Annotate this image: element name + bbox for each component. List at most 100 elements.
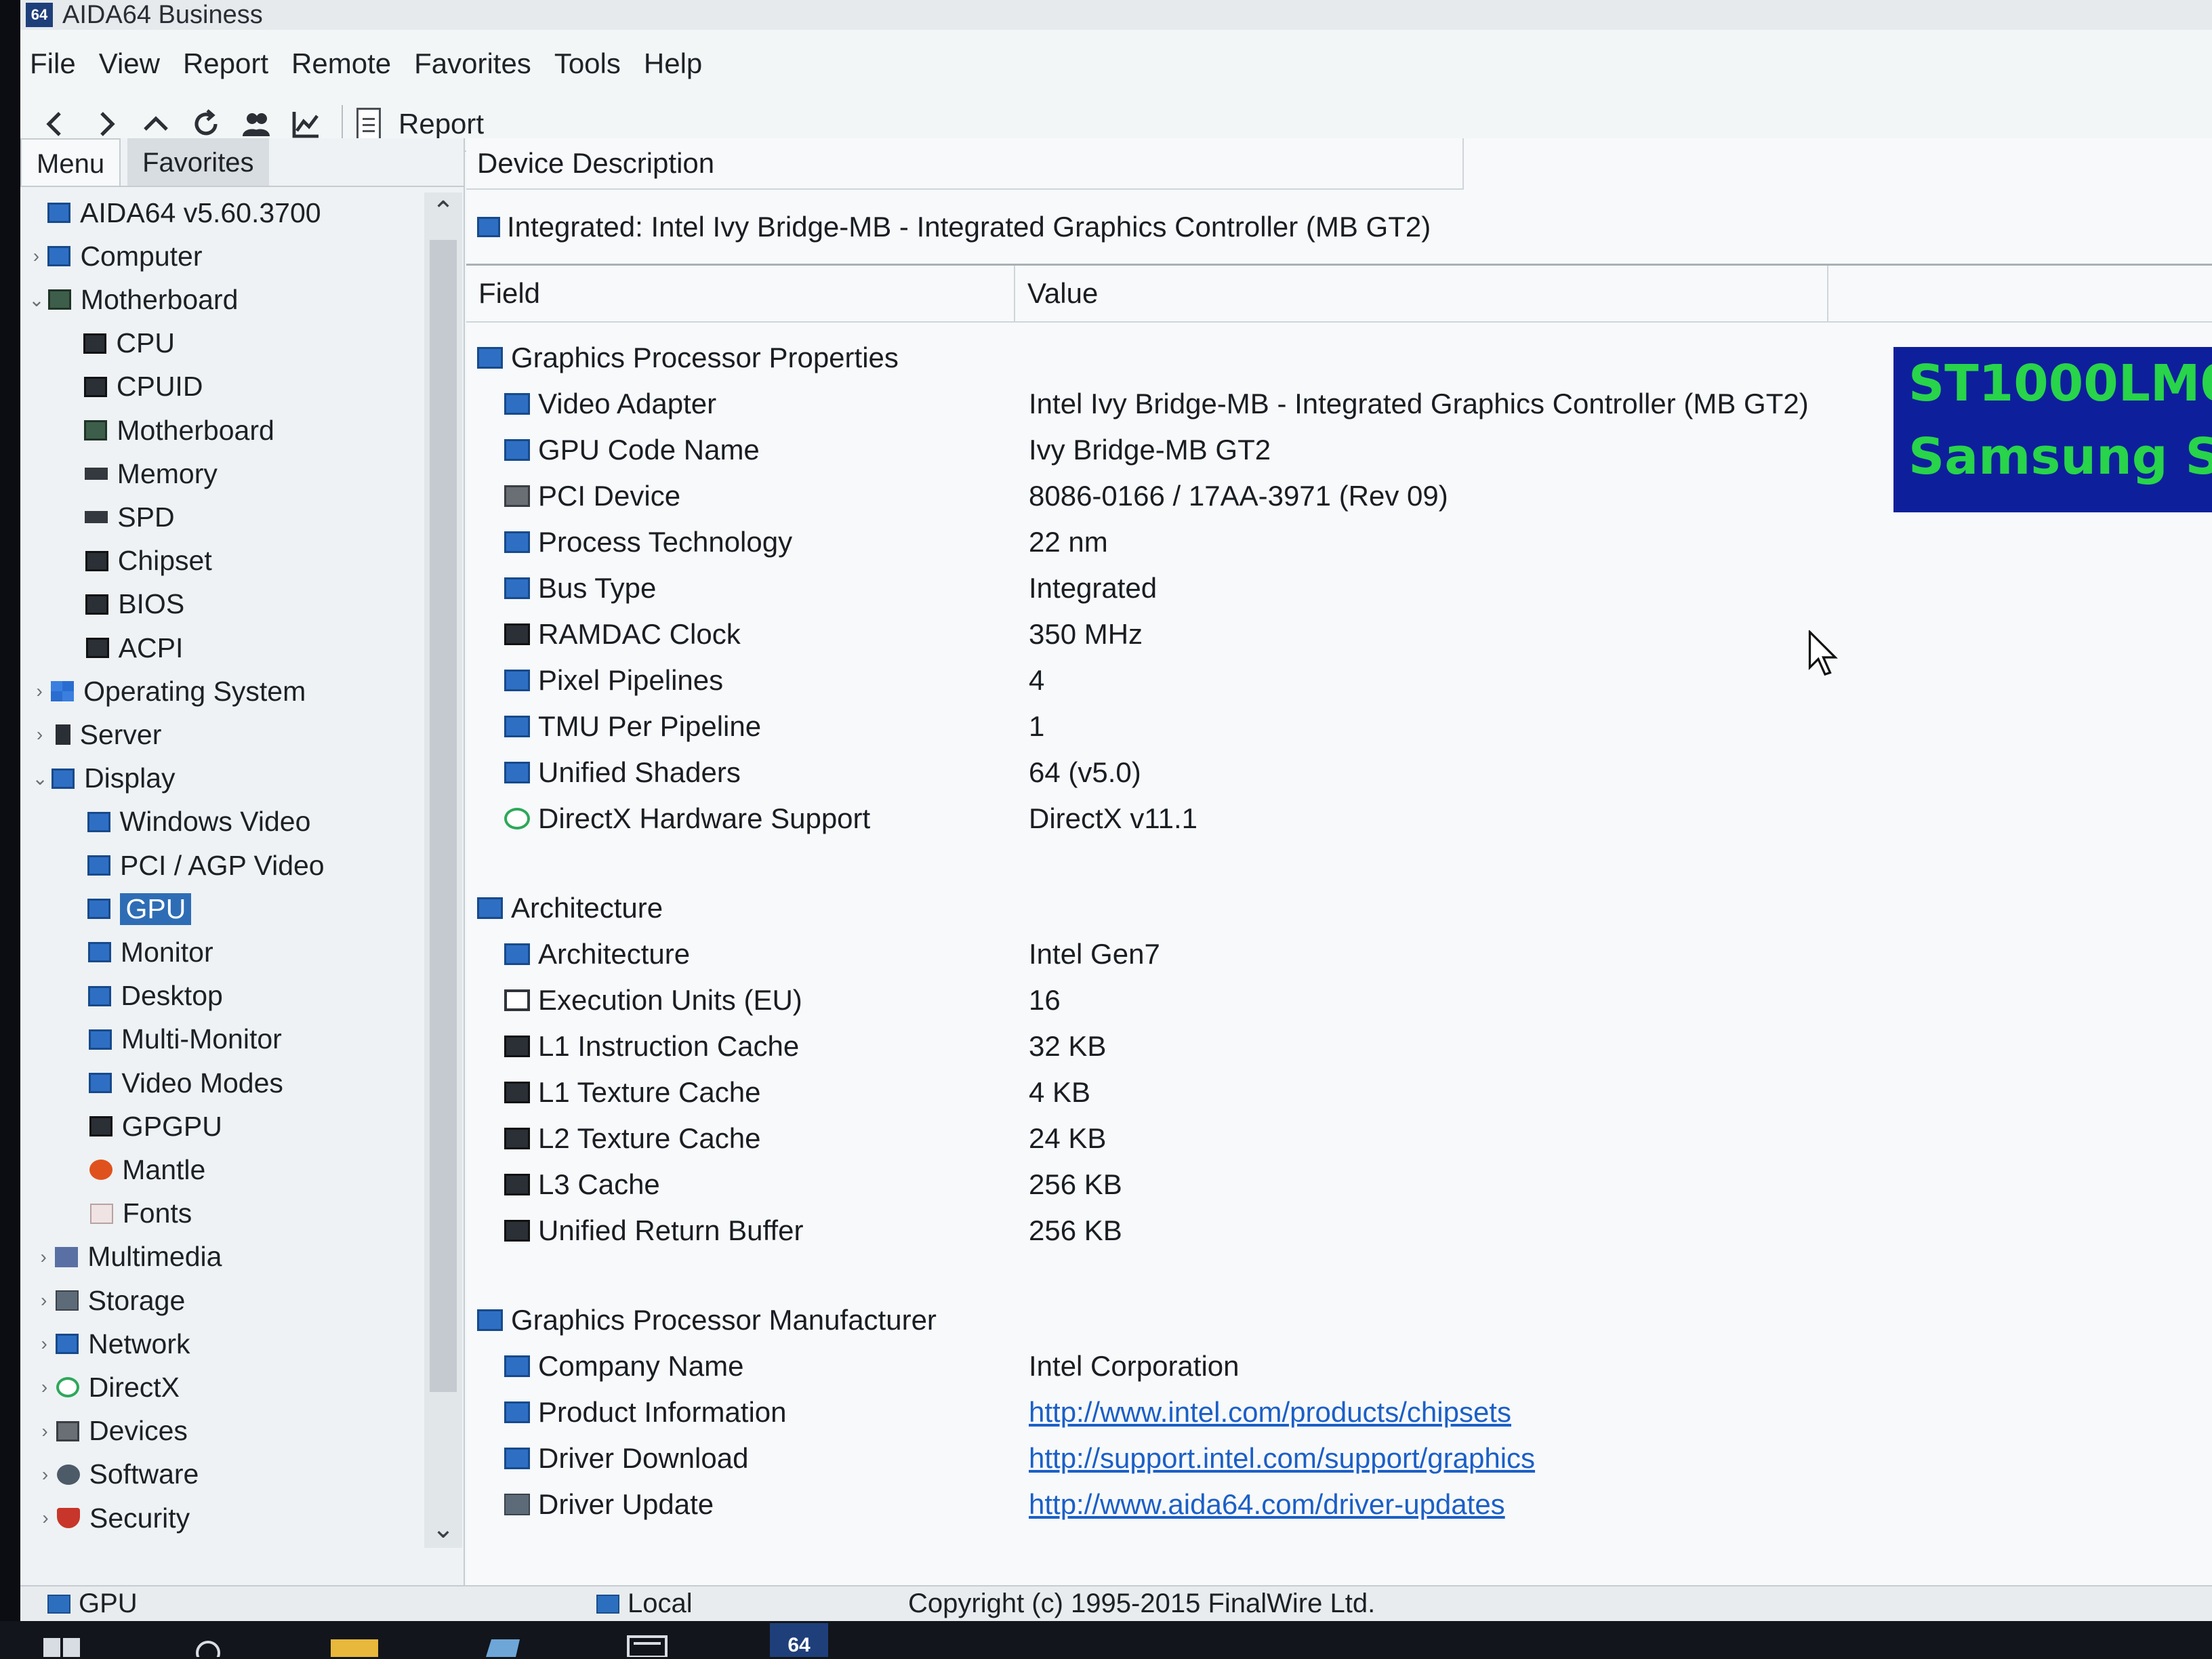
tree-item[interactable]: › DirectX [33, 1367, 180, 1408]
tree-item[interactable]: › Multimedia [32, 1237, 222, 1277]
tree-item[interactable]: › Network [33, 1324, 190, 1364]
value-link[interactable]: http://www.aida64.com/driver-updates [1015, 1488, 1505, 1521]
chevron-right-icon[interactable]: › [33, 1333, 56, 1355]
tree-item-label: Motherboard [117, 414, 274, 446]
device-description-label: Device Description [477, 147, 715, 179]
value-cell: DirectX v11.1 [1029, 802, 1197, 834]
chevron-right-icon[interactable]: › [33, 1376, 56, 1398]
tree-item-label: BIOS [118, 588, 185, 620]
store-button[interactable] [477, 1623, 525, 1657]
chevron-right-icon[interactable]: › [28, 724, 52, 745]
table-row[interactable]: Pixel Pipelines 4 [466, 657, 2212, 703]
chevron-right-icon[interactable]: › [28, 680, 51, 702]
tab-favorites[interactable]: Favorites [127, 138, 269, 186]
chevron-down-icon[interactable]: ⌄ [28, 767, 52, 790]
tree-item[interactable]: BIOS [62, 584, 184, 625]
menu-tools[interactable]: Tools [554, 47, 621, 80]
tree-item[interactable]: PCI / AGP Video [64, 845, 325, 886]
menu-help[interactable]: Help [644, 47, 702, 80]
scroll-down-icon[interactable]: ⌄ [424, 1510, 462, 1548]
tree-item-label: SPD [117, 501, 175, 533]
tree-item[interactable]: GPGPU [66, 1106, 222, 1147]
file-explorer-button[interactable] [331, 1623, 378, 1657]
table-row[interactable]: Company Name Intel Corporation [466, 1343, 2212, 1389]
table-row[interactable]: L1 Instruction Cache 32 KB [466, 1023, 2212, 1069]
tree-item[interactable]: Windows Video [64, 802, 310, 842]
chevron-right-icon[interactable]: › [24, 245, 47, 267]
tree-item[interactable]: ⌄ Display [28, 758, 175, 799]
tree-item[interactable]: › Devices [33, 1411, 188, 1452]
tree-item[interactable]: Fonts [67, 1193, 192, 1234]
table-row[interactable]: TMU Per Pipeline 1 [466, 703, 2212, 750]
section-header[interactable]: Architecture [466, 885, 2212, 931]
tree-item[interactable]: › Software [34, 1454, 199, 1495]
chevron-right-icon[interactable]: › [32, 1246, 55, 1268]
chevron-right-icon[interactable]: › [33, 1420, 56, 1442]
table-row[interactable]: Bus Type Integrated [466, 565, 2212, 611]
table-row[interactable]: Product Information http://www.intel.com/… [466, 1389, 2212, 1435]
table-row[interactable]: Execution Units (EU) 16 [466, 977, 2212, 1023]
memory-icon [84, 468, 108, 480]
tree-scrollbar[interactable]: ⌃ ⌄ [424, 192, 462, 1548]
tree-item[interactable]: Desktop [65, 976, 223, 1017]
monitor-icon [504, 1401, 530, 1423]
tree-item[interactable]: › Server [28, 714, 161, 755]
device-description-row[interactable]: Integrated: Intel Ivy Bridge-MB - Integr… [466, 190, 2212, 266]
table-row[interactable]: DirectX Hardware Support DirectX v11.1 [466, 796, 2212, 842]
table-row[interactable]: Driver Update http://www.aida64.com/drive… [466, 1481, 2212, 1528]
tree-item[interactable]: Motherboard [61, 410, 274, 451]
tree-item[interactable]: CPU [60, 323, 175, 364]
start-button[interactable] [38, 1623, 85, 1657]
column-header-field[interactable]: Field [466, 266, 1015, 321]
table-row[interactable]: Process Technology 22 nm [466, 519, 2212, 565]
tree-item[interactable]: ACPI [63, 628, 183, 668]
table-row[interactable]: L1 Texture Cache 4 KB [466, 1069, 2212, 1115]
menu-file[interactable]: File [30, 47, 76, 80]
tree-item[interactable]: Video Modes [66, 1063, 283, 1103]
chevron-right-icon[interactable]: › [33, 1290, 56, 1311]
scrollbar-thumb[interactable] [430, 240, 457, 1392]
scroll-up-icon[interactable]: ⌃ [424, 192, 462, 230]
tree-item[interactable]: SPD [62, 497, 175, 537]
tree-item[interactable]: › Operating System [28, 671, 306, 712]
search-button[interactable] [184, 1623, 232, 1657]
tab-menu[interactable]: Menu [20, 138, 121, 186]
section-header[interactable]: Graphics Processor Manufacturer [466, 1297, 2212, 1343]
tree-item[interactable]: › Computer [24, 236, 203, 276]
menu-view[interactable]: View [99, 47, 160, 80]
tree-item[interactable]: Mantle [66, 1149, 205, 1190]
chevron-right-icon[interactable]: › [34, 1507, 57, 1529]
column-header-value[interactable]: Value [1015, 266, 1828, 321]
chevron-right-icon[interactable]: › [34, 1464, 57, 1486]
table-row[interactable]: Driver Download http://support.intel.com/… [466, 1435, 2212, 1481]
menu-report[interactable]: Report [183, 47, 268, 80]
tree-item[interactable]: Monitor [65, 932, 213, 972]
menu-favorites[interactable]: Favorites [414, 47, 531, 80]
status-current-page: GPU [20, 1589, 596, 1619]
table-row[interactable]: L3 Cache 256 KB [466, 1162, 2212, 1208]
value-link[interactable]: http://www.intel.com/products/chipsets [1015, 1396, 1511, 1429]
tree-item[interactable]: › Storage [33, 1280, 185, 1321]
tree-item[interactable]: Multi-Monitor [66, 1019, 282, 1060]
table-row[interactable]: Unified Return Buffer 256 KB [466, 1208, 2212, 1254]
tree-item[interactable]: Chipset [62, 541, 212, 581]
calculator-button[interactable] [623, 1623, 671, 1657]
tree-item[interactable]: GPU [64, 888, 192, 929]
overlay-line-1: ST1000LM02 [1908, 354, 2212, 413]
report-button[interactable]: Report [356, 108, 484, 140]
menu-remote[interactable]: Remote [291, 47, 391, 80]
tree-item[interactable]: CPUID [61, 367, 203, 407]
value-link[interactable]: http://support.intel.com/support/graphic… [1015, 1442, 1535, 1475]
tree-item[interactable]: ⌄ Motherboard [25, 279, 238, 320]
table-row[interactable]: Unified Shaders 64 (v5.0) [466, 750, 2212, 796]
table-row[interactable]: L2 Texture Cache 24 KB [466, 1115, 2212, 1162]
tree-item[interactable]: Memory [62, 453, 218, 494]
chevron-down-icon[interactable]: ⌄ [25, 289, 48, 311]
monitor-icon [477, 347, 503, 369]
aida64-taskbar-button[interactable]: 64 [770, 1623, 828, 1657]
field-name: DirectX Hardware Support [538, 802, 871, 834]
tree-item[interactable]: › Security [34, 1498, 190, 1538]
tree-item[interactable]: AIDA64 v5.60.3700 [24, 192, 321, 233]
table-row[interactable]: Architecture Intel Gen7 [466, 931, 2212, 977]
table-row[interactable]: RAMDAC Clock 350 MHz [466, 611, 2212, 657]
